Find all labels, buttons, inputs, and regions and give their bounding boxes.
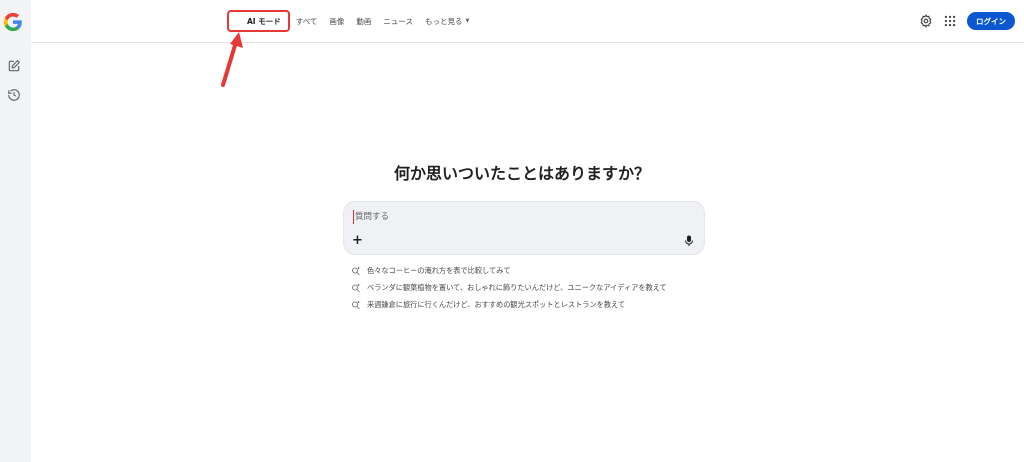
prompt-input[interactable]: [353, 210, 655, 224]
login-label: ログイン: [976, 16, 1006, 26]
apps-grid-icon[interactable]: [943, 14, 957, 28]
tab-news[interactable]: ニュース: [383, 16, 413, 27]
add-attachment-plus-icon[interactable]: +: [352, 234, 363, 248]
suggestion-text: ベランダに観葉植物を置いて、おしゃれに飾りたいんだけど、ユニークなアイディアを教…: [367, 283, 667, 292]
suggestion-list: 色々なコーヒーの淹れ方を表で比較してみて ベランダに観葉植物を置いて、おしゃれに…: [351, 266, 681, 317]
microphone-icon[interactable]: [684, 235, 694, 247]
tab-videos[interactable]: 動画: [356, 16, 371, 27]
tab-label: 画像: [329, 16, 345, 26]
suggestion-item[interactable]: ベランダに観葉植物を置いて、おしゃれに飾りたいんだけど、ユニークなアイディアを教…: [351, 283, 681, 293]
settings-gear-icon[interactable]: [919, 14, 933, 28]
search-sparkle-icon: [352, 301, 360, 310]
caret-down-icon: ▼: [465, 18, 470, 24]
suggestion-text: 来週鎌倉に旅行に行くんだけど、おすすめの観光スポットとレストランを教えて: [367, 300, 626, 309]
tab-more[interactable]: もっと見る ▼: [425, 16, 469, 27]
new-chat-icon[interactable]: [7, 59, 21, 73]
sidebar: [0, 0, 31, 462]
suggestion-item[interactable]: 色々なコーヒーの淹れ方を表で比較してみて: [351, 266, 681, 276]
google-logo[interactable]: [3, 12, 23, 32]
login-button[interactable]: ログイン: [967, 12, 1015, 30]
tab-label: ニュース: [383, 16, 414, 26]
search-sparkle-icon: [352, 267, 360, 276]
search-sparkle-icon: [352, 284, 360, 293]
page: AI モード すべて 画像 動画 ニュース もっと見る ▼ ログイン 何か思いつ…: [0, 0, 1024, 462]
search-tabs: AI モード すべて 画像 動画 ニュース もっと見る ▼: [227, 0, 481, 42]
prompt-box: +: [343, 201, 705, 255]
tab-all[interactable]: すべて: [296, 16, 318, 27]
top-bar: AI モード すべて 画像 動画 ニュース もっと見る ▼ ログイン: [31, 0, 1024, 43]
annotation-arrow-icon: [221, 32, 243, 87]
top-right-controls: ログイン: [919, 12, 1015, 30]
page-heading: 何か思いついたことはありますか？: [393, 164, 650, 183]
tab-label: AI モード: [247, 16, 281, 26]
tab-images[interactable]: 画像: [329, 16, 344, 27]
suggestion-item[interactable]: 来週鎌倉に旅行に行くんだけど、おすすめの観光スポットとレストランを教えて: [351, 300, 681, 310]
tab-label: すべて: [295, 16, 318, 26]
tab-label: もっと見る: [425, 16, 463, 26]
suggestion-text: 色々なコーヒーの淹れ方を表で比較してみて: [367, 266, 511, 275]
history-icon[interactable]: [7, 88, 21, 102]
tab-label: 動画: [356, 16, 372, 26]
